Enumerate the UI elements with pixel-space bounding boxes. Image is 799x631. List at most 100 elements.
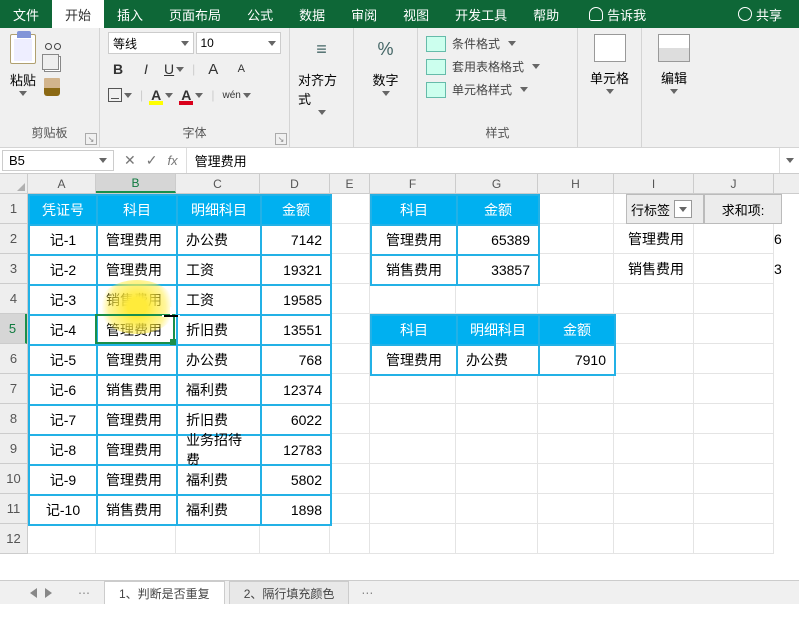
table-cell[interactable]: 记-9 xyxy=(29,465,97,495)
row-header[interactable]: 2 xyxy=(0,224,27,254)
table-cell[interactable]: 记-8 xyxy=(29,435,97,465)
table-cell[interactable]: 管理费用 xyxy=(97,345,177,375)
grow-font-button[interactable]: A xyxy=(203,58,223,80)
table-cell[interactable]: 19321 xyxy=(261,255,331,285)
cancel-icon[interactable]: ✕ xyxy=(124,152,136,169)
tab-review[interactable]: 审阅 xyxy=(338,0,390,28)
tab-help[interactable]: 帮助 xyxy=(520,0,572,28)
col-header[interactable]: F xyxy=(370,174,456,193)
formula-input[interactable]: 管理费用 xyxy=(187,148,779,173)
table-cell[interactable]: 管理费用 xyxy=(97,465,177,495)
table-cell[interactable]: 记-3 xyxy=(29,285,97,315)
table-cell[interactable]: 管理费用 xyxy=(97,435,177,465)
col-header[interactable]: H xyxy=(538,174,614,193)
fx-icon[interactable]: fx xyxy=(167,153,177,168)
fill-color-button[interactable]: A xyxy=(151,84,173,106)
table-cell[interactable]: 记-2 xyxy=(29,255,97,285)
table-cell[interactable]: 记-4 xyxy=(29,315,97,345)
col-header[interactable]: E xyxy=(330,174,370,193)
table-cell[interactable]: 管理费用 xyxy=(97,255,177,285)
table-cell[interactable]: 管理费用 xyxy=(97,315,177,345)
table-cell[interactable]: 33857 xyxy=(457,255,539,285)
table-cell[interactable]: 768 xyxy=(261,345,331,375)
table-cell[interactable]: 7142 xyxy=(261,225,331,255)
table-cell[interactable]: 工资 xyxy=(177,285,261,315)
row-header[interactable]: 6 xyxy=(0,344,27,374)
col-header[interactable]: A xyxy=(28,174,96,193)
row-headers[interactable]: 123456789101112 xyxy=(0,194,28,554)
table-cell[interactable]: 记-6 xyxy=(29,375,97,405)
shrink-font-button[interactable]: A xyxy=(231,58,251,80)
tab-formula[interactable]: 公式 xyxy=(234,0,286,28)
pivot-item[interactable]: 销售费用 xyxy=(628,254,684,284)
cell-style-button[interactable]: 单元格样式 xyxy=(426,81,569,98)
table-cell[interactable]: 工资 xyxy=(177,255,261,285)
col-header[interactable]: G xyxy=(456,174,538,193)
row-header[interactable]: 10 xyxy=(0,464,27,494)
select-all-button[interactable] xyxy=(0,174,28,194)
table-cell[interactable]: 1898 xyxy=(261,495,331,525)
row-header[interactable]: 12 xyxy=(0,524,27,554)
sheet-tab[interactable]: 2、隔行填充颜色 xyxy=(229,581,350,605)
dialog-launcher-icon[interactable]: ↘ xyxy=(85,133,97,145)
italic-button[interactable]: I xyxy=(136,58,156,80)
tab-home[interactable]: 开始 xyxy=(52,0,104,28)
copy-button[interactable] xyxy=(44,56,61,72)
col-header[interactable]: I xyxy=(614,174,694,193)
table-cell[interactable]: 销售费用 xyxy=(97,285,177,315)
conditional-format-button[interactable]: 条件格式 xyxy=(426,35,569,52)
table-cell[interactable]: 福利费 xyxy=(177,375,261,405)
edit-icon[interactable] xyxy=(658,34,690,62)
table-cell[interactable]: 办公费 xyxy=(457,345,539,375)
tab-nav-left[interactable] xyxy=(30,588,37,598)
font-name-select[interactable]: 等线 xyxy=(108,32,194,54)
table-cell[interactable]: 福利费 xyxy=(177,465,261,495)
row-header[interactable]: 11 xyxy=(0,494,27,524)
format-painter-button[interactable] xyxy=(44,78,60,96)
tab-data[interactable]: 数据 xyxy=(286,0,338,28)
table-cell[interactable]: 12374 xyxy=(261,375,331,405)
col-header[interactable]: J xyxy=(694,174,774,193)
table-cell[interactable]: 业务招待费 xyxy=(177,435,261,465)
percent-icon[interactable]: % xyxy=(371,34,401,64)
table-cell[interactable]: 记-5 xyxy=(29,345,97,375)
underline-button[interactable]: U xyxy=(164,58,184,80)
dialog-launcher-icon[interactable]: ↘ xyxy=(275,133,287,145)
table-cell[interactable]: 管理费用 xyxy=(97,405,177,435)
row-header[interactable]: 3 xyxy=(0,254,27,284)
table-cell[interactable]: 管理费用 xyxy=(371,225,457,255)
row-header[interactable]: 8 xyxy=(0,404,27,434)
pivot-row-label[interactable]: 行标签 xyxy=(626,194,704,224)
borders-button[interactable] xyxy=(108,84,132,106)
name-box[interactable]: B5 xyxy=(2,150,114,171)
font-color-button[interactable]: A xyxy=(181,84,203,106)
share-button[interactable]: 共享 xyxy=(725,0,795,28)
tab-view[interactable]: 视图 xyxy=(390,0,442,28)
tab-dev[interactable]: 开发工具 xyxy=(442,0,520,28)
col-header[interactable]: C xyxy=(176,174,260,193)
tab-insert[interactable]: 插入 xyxy=(104,0,156,28)
table-cell[interactable]: 折旧费 xyxy=(177,315,261,345)
expand-formula-bar[interactable] xyxy=(779,148,799,173)
row-header[interactable]: 5 xyxy=(0,314,27,344)
column-headers[interactable]: ABCDEFGHIJ xyxy=(28,174,799,194)
tab-layout[interactable]: 页面布局 xyxy=(156,0,234,28)
table-cell[interactable]: 12783 xyxy=(261,435,331,465)
table-cell[interactable]: 7910 xyxy=(539,345,615,375)
tab-file[interactable]: 文件 xyxy=(0,0,52,28)
cut-button[interactable] xyxy=(44,34,62,50)
tab-nav-right[interactable] xyxy=(45,588,52,598)
table-cell[interactable]: 办公费 xyxy=(177,225,261,255)
table-cell[interactable]: 记-1 xyxy=(29,225,97,255)
align-icon[interactable]: ≡ xyxy=(307,34,337,64)
table-cell[interactable]: 福利费 xyxy=(177,495,261,525)
row-header[interactable]: 7 xyxy=(0,374,27,404)
table-format-button[interactable]: 套用表格格式 xyxy=(426,58,569,75)
table-cell[interactable]: 销售费用 xyxy=(97,495,177,525)
table-cell[interactable]: 65389 xyxy=(457,225,539,255)
pivot-item[interactable]: 管理费用 xyxy=(628,224,684,254)
table-cell[interactable]: 销售费用 xyxy=(371,255,457,285)
row-header[interactable]: 9 xyxy=(0,434,27,464)
col-header[interactable]: B xyxy=(96,174,176,193)
table-cell[interactable]: 13551 xyxy=(261,315,331,345)
